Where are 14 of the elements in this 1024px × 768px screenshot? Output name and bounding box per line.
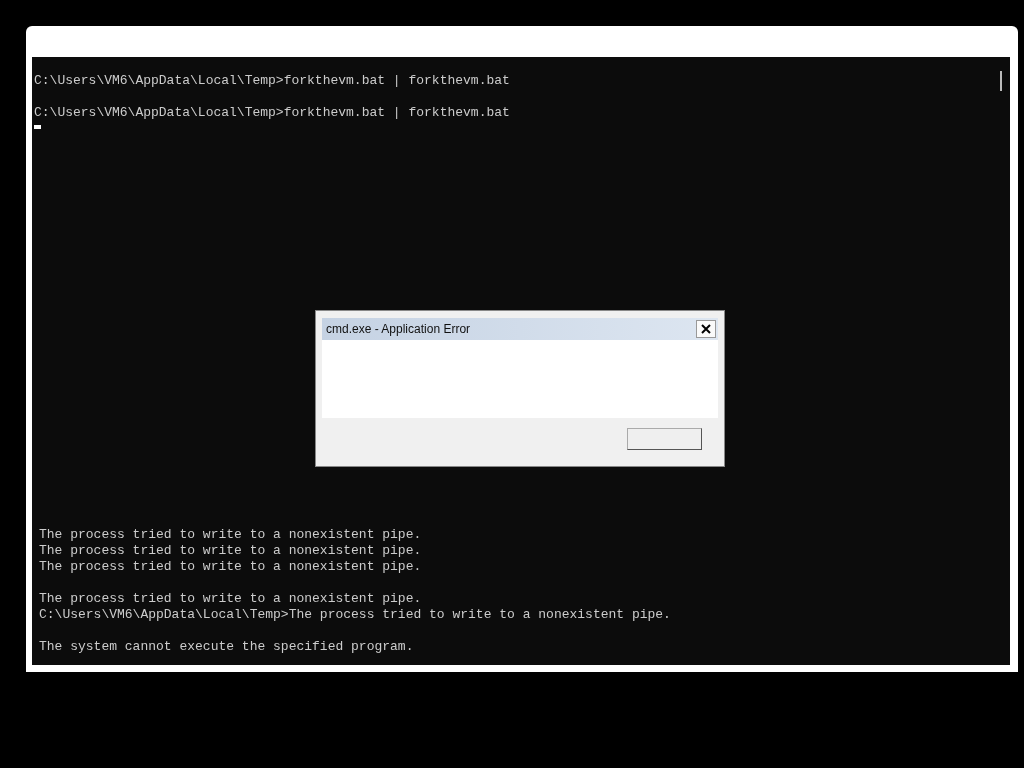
console-line: The system cannot execute the specified program. <box>39 639 415 655</box>
scrollbar-thumb[interactable] <box>1000 71 1002 91</box>
close-button[interactable] <box>696 320 716 338</box>
dialog-title: cmd.exe - Application Error <box>326 321 471 338</box>
console-line: The process tried to write to a nonexistent pipe. <box>39 591 423 607</box>
console-line: C:\Users\VM6\AppData\Local\Temp>forkthevm.bat | forkthevm.bat <box>34 105 511 121</box>
console-line: C:\Users\VM6\AppData\Local\Temp>forkthevm.bat | forkthevm.bat <box>34 73 511 89</box>
text-cursor <box>34 125 41 129</box>
console-line: The process tried to write to a nonexistent pipe. <box>39 543 423 559</box>
console-line: C:\Users\VM6\AppData\Local\Temp>The process tried to write to a nonexistent pipe. <box>39 607 672 623</box>
console-line: The process tried to write to a nonexistent pipe. <box>39 559 423 575</box>
console-line: The process tried to write to a nonexistent pipe. <box>39 527 423 543</box>
dialog-button[interactable] <box>627 428 702 450</box>
close-icon <box>701 324 711 334</box>
